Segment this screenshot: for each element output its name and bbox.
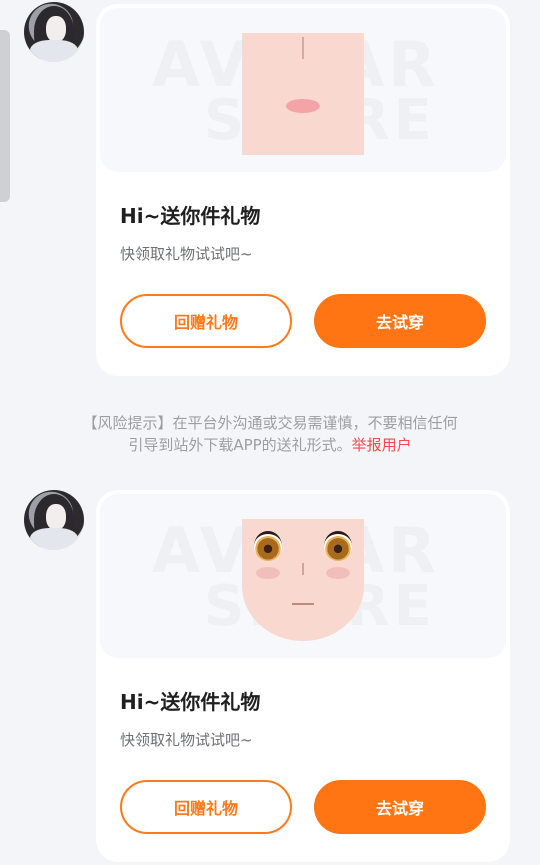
gift-card-subtitle: 快领取礼物试试吧~ xyxy=(120,731,253,749)
eye-icon xyxy=(324,531,352,561)
chat-screen: AVATAR SHARE Hi~送你件礼物 快领取礼物试试吧~ 回赠礼物 去试穿… xyxy=(0,0,540,865)
gift-preview-banner[interactable]: AVATAR SHARE xyxy=(100,8,506,172)
try-on-button[interactable]: 去试穿 xyxy=(314,780,486,834)
gift-card-title: Hi~送你件礼物 xyxy=(120,690,261,714)
risk-notice: 【风险提示】在平台外沟通或交易需谨慎，不要相信任何 引导到站外下载APP的送礼形… xyxy=(0,412,540,456)
regift-button[interactable]: 回赠礼物 xyxy=(120,780,292,834)
gift-card-title: Hi~送你件礼物 xyxy=(120,204,261,228)
risk-notice-line2: 引导到站外下载APP的送礼形式。 xyxy=(128,436,352,454)
gift-card: AVATAR SHARE Hi~送你件礼物 快领取礼物试试吧~ 回赠礼物 去试穿 xyxy=(96,4,510,376)
gift-preview-banner[interactable]: AVATAR SHARE xyxy=(100,494,506,658)
try-on-button[interactable]: 去试穿 xyxy=(314,294,486,348)
gift-item-image xyxy=(242,33,364,155)
gift-card: AVATAR SHARE Hi~送你件礼物 快领取礼物试试吧~ 回赠礼物 去试穿 xyxy=(96,490,510,862)
regift-button[interactable]: 回赠礼物 xyxy=(120,294,292,348)
mouth-icon xyxy=(292,603,314,605)
lips-icon xyxy=(286,99,320,113)
risk-notice-line1: 【风险提示】在平台外沟通或交易需谨慎，不要相信任何 xyxy=(82,414,458,432)
gift-item-image xyxy=(242,519,364,641)
sender-avatar[interactable] xyxy=(24,490,84,550)
side-scroll-handle[interactable] xyxy=(0,30,10,202)
eye-icon xyxy=(254,531,282,561)
sender-avatar[interactable] xyxy=(24,2,84,62)
gift-card-subtitle: 快领取礼物试试吧~ xyxy=(120,245,253,263)
report-user-link[interactable]: 举报用户 xyxy=(352,436,412,454)
